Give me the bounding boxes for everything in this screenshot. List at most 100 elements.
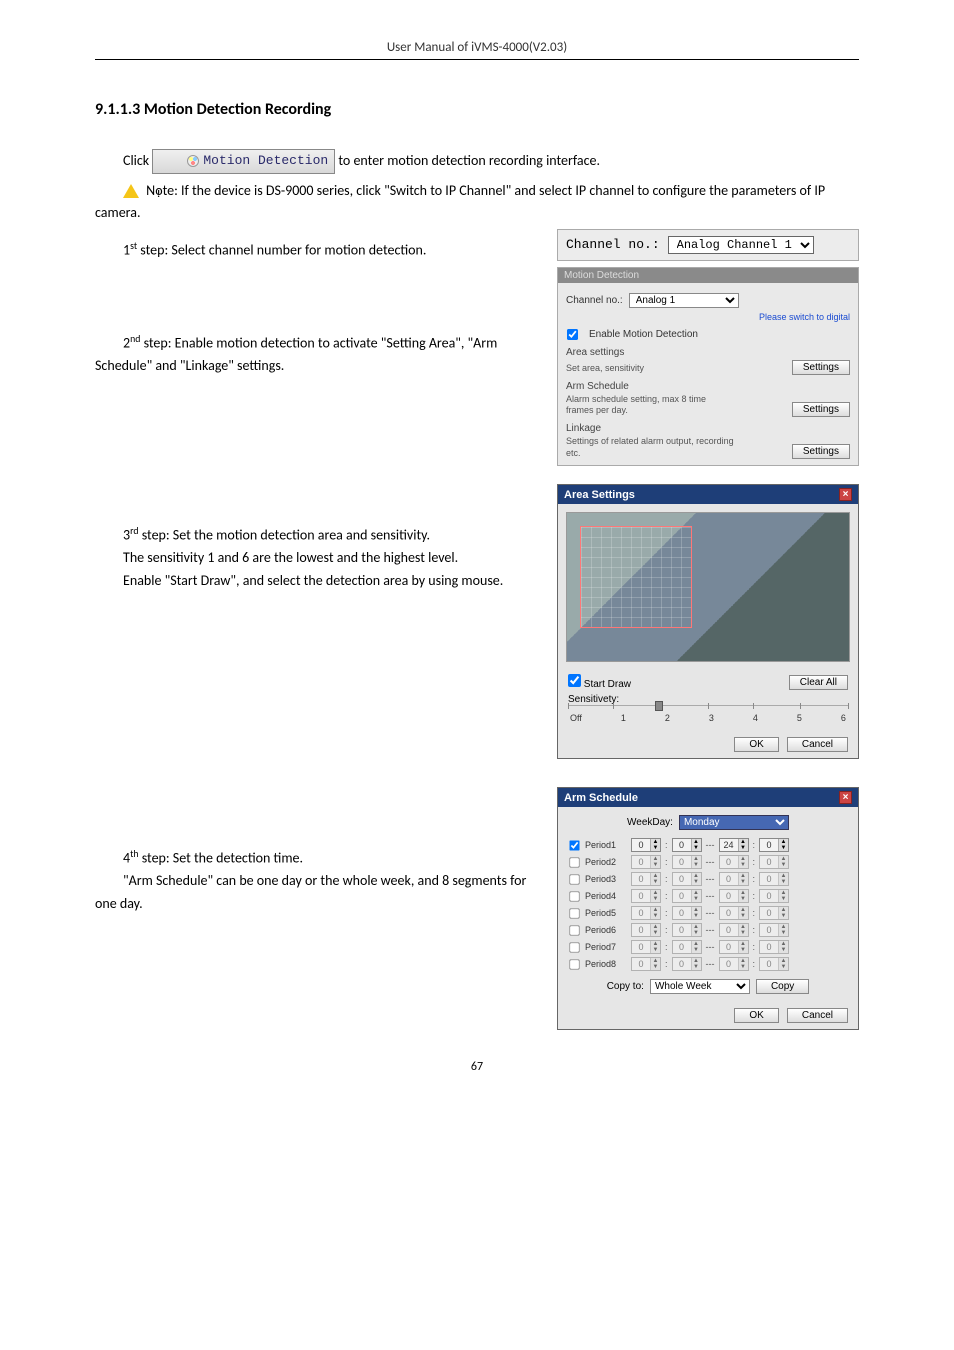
time-spinner: ▲▼: [759, 957, 789, 971]
click-prefix: Click: [123, 152, 149, 169]
step-3b-text: The sensitivity 1 and 6 are the lowest a…: [95, 547, 537, 569]
period-checkbox[interactable]: [569, 908, 579, 918]
time-spinner: ▲▼: [631, 940, 661, 954]
channel-no-strip: Channel no.: Analog Channel 1: [557, 229, 859, 261]
time-spinner: ▲▼: [719, 923, 749, 937]
step-3a-text: 3rd step: Set the motion detection area …: [95, 524, 537, 547]
time-spinner: ▲▼: [719, 957, 749, 971]
page-number: 67: [95, 1060, 859, 1074]
chevron-down-icon[interactable]: ▼: [739, 845, 748, 851]
arm-schedule-dialog: Arm Schedule × WeekDay: Monday Period1▲▼…: [557, 787, 859, 1030]
time-spinner-value: [673, 925, 691, 935]
period-checkbox[interactable]: [569, 874, 579, 884]
section-heading: 9.1.1.3 Motion Detection Recording: [95, 100, 859, 119]
close-icon[interactable]: ×: [839, 791, 852, 804]
period-checkbox[interactable]: [569, 857, 579, 867]
arm-schedule-dialog-title: Arm Schedule: [564, 792, 638, 804]
time-spinner[interactable]: ▲▼: [672, 838, 702, 852]
chevron-down-icon: ▼: [692, 913, 701, 919]
step-3c-text: Enable "Start Draw", and select the dete…: [95, 570, 537, 592]
detection-grid-overlay: [581, 527, 691, 627]
time-spinner-value: [760, 908, 778, 918]
period-checkbox[interactable]: [569, 959, 579, 969]
close-icon[interactable]: ×: [839, 488, 852, 501]
period-checkbox[interactable]: [569, 891, 579, 901]
time-spinner: ▲▼: [672, 855, 702, 869]
chevron-down-icon[interactable]: ▼: [651, 845, 660, 851]
time-spinner-value: [760, 942, 778, 952]
chevron-down-icon: ▼: [651, 896, 660, 902]
time-spinner-value: [720, 857, 738, 867]
arm-cancel-button[interactable]: Cancel: [787, 1008, 848, 1023]
time-spinner: ▲▼: [719, 855, 749, 869]
period-checkbox[interactable]: [569, 840, 579, 850]
intro-line-1: Click Motion Detection to enter motion d…: [95, 149, 859, 174]
weekday-select[interactable]: Monday: [679, 815, 789, 830]
period-row: Period8▲▼:▲▼---▲▼:▲▼: [568, 957, 848, 971]
arm-schedule-settings-button[interactable]: Settings: [792, 402, 850, 417]
time-spinner-value: [720, 925, 738, 935]
palette-icon: [187, 155, 199, 167]
chevron-down-icon: ▼: [739, 879, 748, 885]
area-cancel-button[interactable]: Cancel: [787, 737, 848, 752]
time-spinner-value[interactable]: [673, 840, 691, 850]
linkage-settings-button[interactable]: Settings: [792, 444, 850, 459]
period-label: Period6: [585, 925, 627, 935]
time-spinner-value: [720, 942, 738, 952]
time-spinner: ▲▼: [759, 923, 789, 937]
time-spinner-value: [632, 874, 650, 884]
time-spinner: ▲▼: [759, 906, 789, 920]
time-spinner-value[interactable]: [632, 840, 650, 850]
motion-detection-panel-title: Motion Detection: [558, 268, 858, 283]
area-preview-canvas[interactable]: [566, 512, 850, 662]
chevron-down-icon[interactable]: ▼: [779, 845, 788, 851]
area-settings-dialog-title: Area Settings: [564, 489, 635, 501]
chevron-down-icon: ▼: [651, 913, 660, 919]
time-spinner-value[interactable]: [720, 840, 738, 850]
time-spinner-value: [673, 942, 691, 952]
time-spinner: ▲▼: [631, 889, 661, 903]
motion-detection-inline-label: Motion Detection: [203, 153, 328, 168]
time-spinner-value: [673, 959, 691, 969]
period-checkbox[interactable]: [569, 942, 579, 952]
start-draw-checkbox[interactable]: [568, 674, 581, 687]
sensitivity-slider[interactable]: [568, 705, 848, 713]
time-spinner-value[interactable]: [760, 840, 778, 850]
copy-button[interactable]: Copy: [756, 979, 809, 994]
channel-no-strip-label: Channel no.:: [566, 237, 660, 252]
time-spinner-value: [720, 891, 738, 901]
arm-ok-button[interactable]: OK: [734, 1008, 778, 1023]
area-settings-button[interactable]: Settings: [792, 360, 850, 375]
switch-to-digital-link[interactable]: Please switch to digital: [566, 312, 850, 322]
chevron-down-icon: ▼: [651, 947, 660, 953]
time-spinner-value: [760, 925, 778, 935]
arm-schedule-desc: Alarm schedule setting, max 8 time frame…: [566, 394, 736, 417]
period-row: Period4▲▼:▲▼---▲▼:▲▼: [568, 889, 848, 903]
warning-icon: [123, 184, 139, 198]
time-spinner: ▲▼: [719, 906, 749, 920]
time-spinner-value: [632, 857, 650, 867]
period-row: Period1▲▼:▲▼---▲▼:▲▼: [568, 838, 848, 852]
time-spinner[interactable]: ▲▼: [631, 838, 661, 852]
area-settings-desc: Set area, sensitivity: [566, 363, 644, 375]
time-spinner: ▲▼: [759, 940, 789, 954]
enable-motion-detection-checkbox[interactable]: [567, 329, 578, 340]
md-channel-label: Channel no.:: [566, 295, 623, 306]
channel-no-strip-select[interactable]: Analog Channel 1: [668, 236, 814, 254]
chevron-down-icon: ▼: [739, 930, 748, 936]
time-spinner: ▲▼: [672, 889, 702, 903]
motion-detection-panel: Motion Detection Channel no.: Analog 1 P…: [557, 267, 859, 467]
time-spinner[interactable]: ▲▼: [719, 838, 749, 852]
period-label: Period1: [585, 840, 627, 850]
chevron-down-icon: ▼: [779, 964, 788, 970]
time-spinner[interactable]: ▲▼: [759, 838, 789, 852]
md-channel-select[interactable]: Analog 1: [629, 293, 739, 308]
period-checkbox[interactable]: [569, 925, 579, 935]
copy-to-select[interactable]: Whole Week: [650, 979, 750, 994]
chevron-down-icon[interactable]: ▼: [692, 845, 701, 851]
clear-all-button[interactable]: Clear All: [789, 675, 848, 690]
area-ok-button[interactable]: OK: [734, 737, 778, 752]
time-spinner-value: [673, 891, 691, 901]
time-spinner: ▲▼: [672, 906, 702, 920]
enable-motion-detection-label: Enable Motion Detection: [589, 329, 698, 340]
